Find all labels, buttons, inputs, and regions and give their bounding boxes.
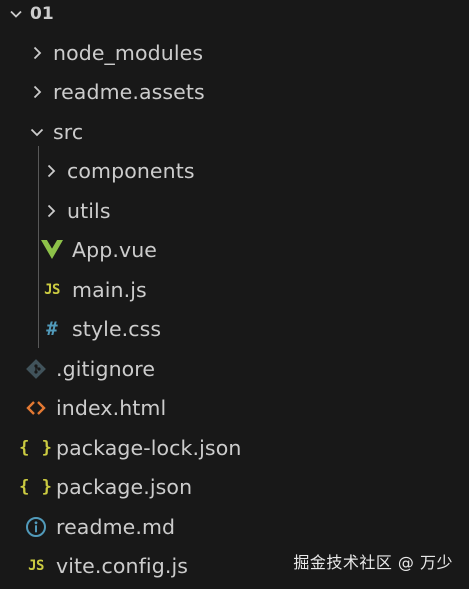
chevron-right-icon (41, 161, 61, 181)
tree-item-node-modules[interactable]: node_modules (0, 33, 469, 73)
chevron-right-icon (27, 82, 47, 102)
chevron-right-icon (27, 43, 47, 63)
tree-item-index-html[interactable]: index.html (0, 389, 469, 429)
tree-item-label: style.css (72, 317, 162, 342)
git-file-icon (24, 357, 48, 381)
chevron-down-icon (27, 122, 47, 142)
tree-item-src[interactable]: src (0, 112, 469, 152)
root-folder-label: 01 (30, 4, 54, 24)
indent-guide (38, 146, 39, 348)
tree-item-gitignore[interactable]: .gitignore (0, 349, 469, 389)
tree-item-app-vue[interactable]: App.vue (0, 231, 469, 271)
chevron-down-icon (6, 4, 26, 24)
tree-item-package-json[interactable]: { } package.json (0, 468, 469, 508)
tree-item-label: .gitignore (56, 356, 156, 381)
tree-item-label: App.vue (72, 238, 158, 263)
tree-item-label: package.json (56, 475, 193, 500)
html-file-icon (24, 396, 48, 420)
info-file-icon (24, 515, 48, 539)
css-file-icon: # (46, 318, 58, 341)
json-file-icon: { } (19, 477, 53, 498)
tree-item-label: src (53, 119, 84, 144)
vue-file-icon (40, 238, 64, 262)
tree-item-label: readme.assets (53, 80, 205, 105)
javascript-file-icon: JS (28, 558, 44, 575)
tree-item-label: components (67, 159, 195, 184)
tree-item-readme-md[interactable]: readme.md (0, 507, 469, 547)
tree-item-label: utils (67, 198, 111, 223)
json-file-icon: { } (19, 437, 53, 458)
file-explorer-tree: 01 node_modules readme.assets src compon… (0, 0, 469, 586)
tree-item-readme-assets[interactable]: readme.assets (0, 73, 469, 113)
tree-item-components[interactable]: components (0, 152, 469, 192)
javascript-file-icon: JS (44, 281, 60, 298)
tree-item-main-js[interactable]: JS main.js (0, 270, 469, 310)
tree-item-style-css[interactable]: # style.css (0, 310, 469, 350)
tree-item-label: main.js (72, 277, 147, 302)
tree-item-label: readme.md (56, 514, 176, 539)
chevron-right-icon (41, 201, 61, 221)
tree-item-utils[interactable]: utils (0, 191, 469, 231)
tree-item-label: node_modules (53, 40, 204, 65)
watermark-text: 掘金技术社区 @ 万少 (293, 553, 453, 572)
tree-item-package-lock-json[interactable]: { } package-lock.json (0, 428, 469, 468)
root-folder-01[interactable]: 01 (0, 0, 469, 28)
tree-item-label: vite.config.js (56, 554, 189, 579)
tree-item-label: package-lock.json (56, 435, 242, 460)
tree-item-label: index.html (56, 396, 167, 421)
